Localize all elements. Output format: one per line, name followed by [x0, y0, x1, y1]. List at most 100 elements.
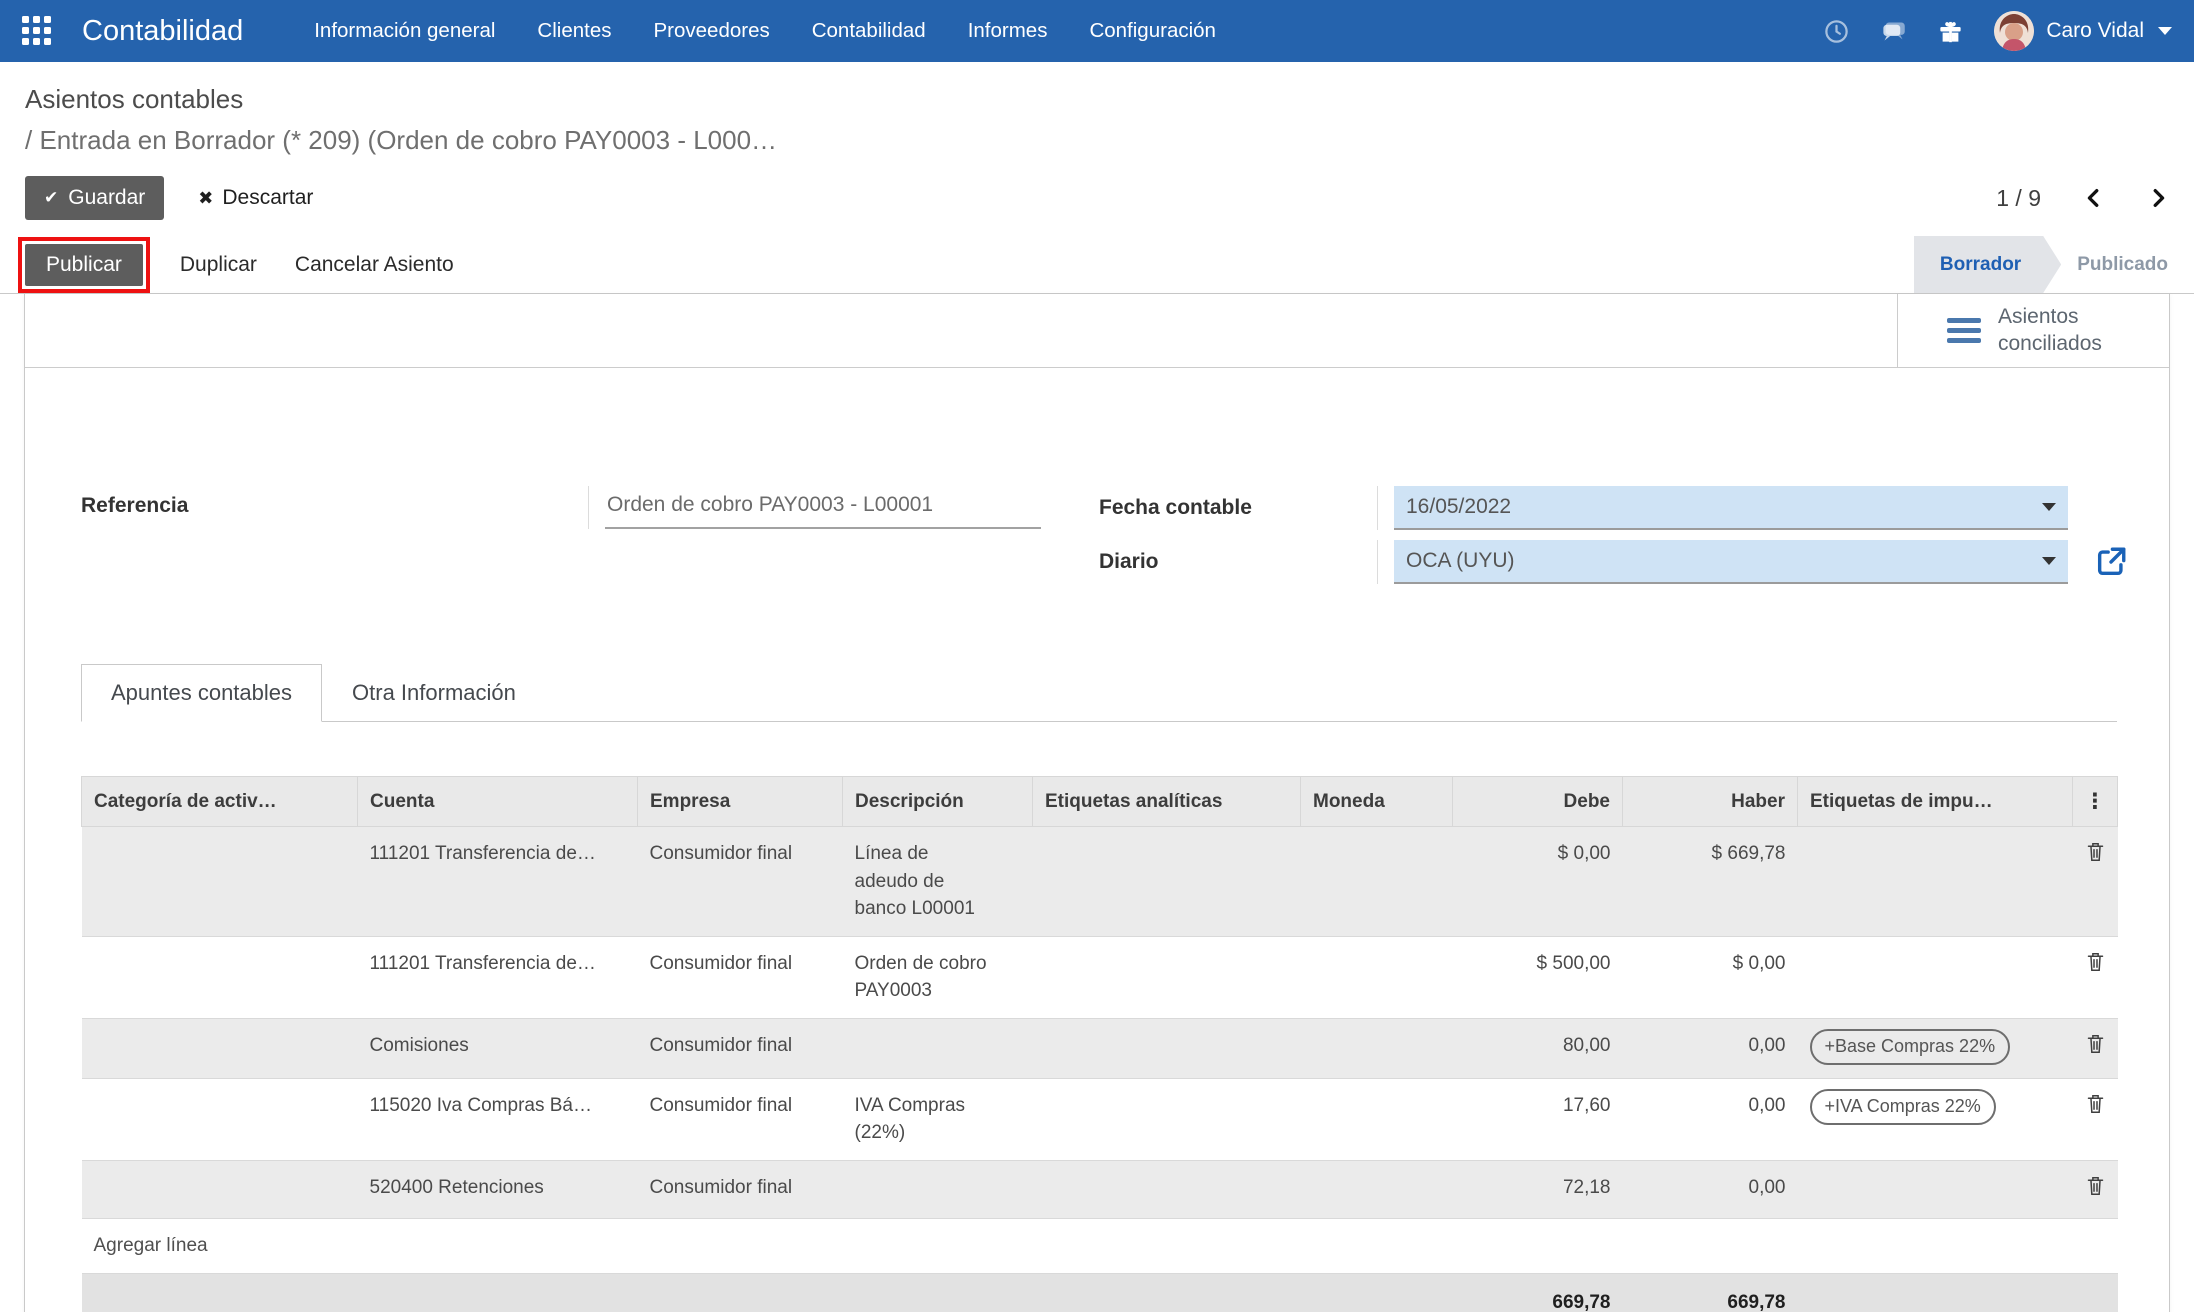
tax-tag-pill[interactable]: +IVA Compras 22% [1809, 1088, 1996, 1125]
delete-row-button[interactable] [2072, 826, 2118, 937]
cell-debit[interactable]: $ 0,00 [1452, 826, 1623, 937]
pager-counter[interactable]: 1 / 9 [1996, 185, 2041, 212]
nav-item-contabilidad[interactable]: Contabilidad [791, 0, 947, 62]
cell-credit[interactable]: $ 0,00 [1622, 935, 1798, 1019]
cell-analytic-tags[interactable] [1032, 1017, 1301, 1079]
journal-item-row[interactable]: 111201 Transferencia de… Consumidor final… [81, 826, 2118, 937]
delete-row-button[interactable] [2072, 1017, 2118, 1079]
journal-item-row[interactable]: 115020 Iva Compras Bá… Consumidor final IV… [81, 1077, 2118, 1161]
cell-company[interactable]: Consumidor final [637, 1077, 843, 1161]
user-menu[interactable]: Caro Vidal [1994, 11, 2172, 51]
optional-columns-icon[interactable]: ⋮ [2072, 776, 2118, 827]
cell-company[interactable]: Consumidor final [637, 1017, 843, 1079]
nav-item-clientes[interactable]: Clientes [516, 0, 632, 62]
journal-input[interactable]: OCA (UYU) [1394, 540, 2068, 584]
messages-chat-icon[interactable] [1880, 18, 1907, 45]
cell-credit[interactable]: 0,00 [1622, 1077, 1798, 1161]
cell-currency[interactable] [1300, 1159, 1453, 1219]
tax-tag-pill[interactable]: +Base Compras 22% [1809, 1028, 2011, 1065]
col-header-moneda[interactable]: Moneda [1300, 776, 1453, 827]
cell-asset-category[interactable] [81, 1017, 358, 1079]
cell-credit[interactable]: 0,00 [1622, 1017, 1798, 1079]
add-line-link[interactable]: Agregar línea [81, 1218, 2118, 1274]
cell-description[interactable]: IVA Compras (22%) [842, 1077, 1033, 1161]
cell-description[interactable]: Orden de cobro PAY0003 [842, 935, 1033, 1019]
nav-item-proveedores[interactable]: Proveedores [632, 0, 790, 62]
nav-item-informes[interactable]: Informes [947, 0, 1069, 62]
cell-asset-category[interactable] [81, 935, 358, 1019]
cell-company[interactable]: Consumidor final [637, 826, 843, 937]
col-header-etiquetas-analiticas[interactable]: Etiquetas analíticas [1032, 776, 1301, 827]
cell-description[interactable] [842, 1159, 1033, 1219]
cell-account[interactable]: 115020 Iva Compras Bá… [357, 1077, 638, 1161]
cell-account[interactable]: 111201 Transferencia de… [357, 935, 638, 1019]
col-header-descripcion[interactable]: Descripción [842, 776, 1033, 827]
cell-description[interactable] [842, 1017, 1033, 1079]
cell-analytic-tags[interactable] [1032, 1077, 1301, 1161]
pager-previous-icon[interactable] [2083, 187, 2105, 209]
accounting-date-input[interactable]: 16/05/2022 [1394, 486, 2068, 530]
gift-icon[interactable] [1937, 18, 1964, 45]
cell-currency[interactable] [1300, 1017, 1453, 1079]
breadcrumb-parent-link[interactable]: Asientos contables [25, 84, 2169, 115]
discard-button[interactable]: ✖ Descartar [198, 186, 313, 210]
cell-company[interactable]: Consumidor final [637, 1159, 843, 1219]
cell-tax-tags[interactable] [1797, 826, 2073, 937]
cell-analytic-tags[interactable] [1032, 826, 1301, 937]
journal-item-row[interactable]: 111201 Transferencia de… Consumidor final… [81, 935, 2118, 1019]
tab-other-info[interactable]: Otra Información [322, 664, 546, 722]
delete-row-button[interactable] [2072, 1077, 2118, 1161]
col-header-empresa[interactable]: Empresa [637, 776, 843, 827]
col-header-etiquetas-de-impu[interactable]: Etiquetas de impu… [1797, 776, 2073, 827]
cancel-entry-button[interactable]: Cancelar Asiento [295, 253, 454, 277]
app-title[interactable]: Contabilidad [82, 15, 243, 48]
external-link-icon[interactable] [2094, 545, 2128, 579]
cell-account[interactable]: Comisiones [357, 1017, 638, 1079]
cell-tax-tags[interactable] [1797, 935, 2073, 1019]
cell-description[interactable]: Línea de adeudo de banco L00001 [842, 826, 1033, 937]
cell-debit[interactable]: 80,00 [1452, 1017, 1623, 1079]
journal-item-row[interactable]: 520400 Retenciones Consumidor final 72,18 0… [81, 1159, 2118, 1219]
cell-debit[interactable]: $ 500,00 [1452, 935, 1623, 1019]
cell-tax-tags[interactable]: +IVA Compras 22% [1797, 1077, 2073, 1161]
cell-asset-category[interactable] [81, 1159, 358, 1219]
col-header-cuenta[interactable]: Cuenta [357, 776, 638, 827]
save-button[interactable]: ✔ Guardar [25, 176, 165, 220]
delete-row-button[interactable] [2072, 1159, 2118, 1219]
reconciled-entries-button[interactable]: Asientos conciliados [1897, 294, 2169, 367]
journal-item-row[interactable]: Comisiones Consumidor final 80,00 0,00 +Base… [81, 1017, 2118, 1079]
cell-debit[interactable]: 72,18 [1452, 1159, 1623, 1219]
cell-asset-category[interactable] [81, 826, 358, 937]
activities-clock-icon[interactable] [1823, 18, 1850, 45]
col-header-haber[interactable]: Haber [1622, 776, 1798, 827]
pager-next-icon[interactable] [2147, 187, 2169, 209]
apps-menu-icon[interactable] [22, 16, 52, 46]
cell-company[interactable]: Consumidor final [637, 935, 843, 1019]
delete-row-button[interactable] [2072, 935, 2118, 1019]
cell-tax-tags[interactable] [1797, 1159, 2073, 1219]
cell-credit[interactable]: $ 669,78 [1622, 826, 1798, 937]
cell-analytic-tags[interactable] [1032, 935, 1301, 1019]
col-header-categoria-de-activ[interactable]: Categoría de activ… [81, 776, 358, 827]
cell-currency[interactable] [1300, 935, 1453, 1019]
cell-credit[interactable]: 0,00 [1622, 1159, 1798, 1219]
nav-item-configuracion[interactable]: Configuración [1068, 0, 1237, 62]
col-header-debe[interactable]: Debe [1452, 776, 1623, 827]
cell-tax-tags[interactable]: +Base Compras 22% [1797, 1017, 2073, 1079]
nav-item-informacion-general[interactable]: Información general [293, 0, 516, 62]
post-button[interactable]: Publicar [25, 243, 143, 286]
statusbar: Publicar Duplicar Cancelar Asiento Borra… [0, 236, 2194, 294]
cell-currency[interactable] [1300, 1077, 1453, 1161]
cell-debit[interactable]: 17,60 [1452, 1077, 1623, 1161]
cell-currency[interactable] [1300, 826, 1453, 937]
state-posted[interactable]: Publicado [2061, 236, 2194, 293]
cell-account[interactable]: 520400 Retenciones [357, 1159, 638, 1219]
cell-asset-category[interactable] [81, 1077, 358, 1161]
dropdown-caret-icon [2042, 503, 2056, 511]
state-draft[interactable]: Borrador [1914, 236, 2061, 293]
cell-account[interactable]: 111201 Transferencia de… [357, 826, 638, 937]
tab-journal-items[interactable]: Apuntes contables [81, 664, 323, 722]
reference-input[interactable]: Orden de cobro PAY0003 - L00001 [605, 488, 1041, 529]
cell-analytic-tags[interactable] [1032, 1159, 1301, 1219]
duplicate-button[interactable]: Duplicar [180, 253, 257, 277]
